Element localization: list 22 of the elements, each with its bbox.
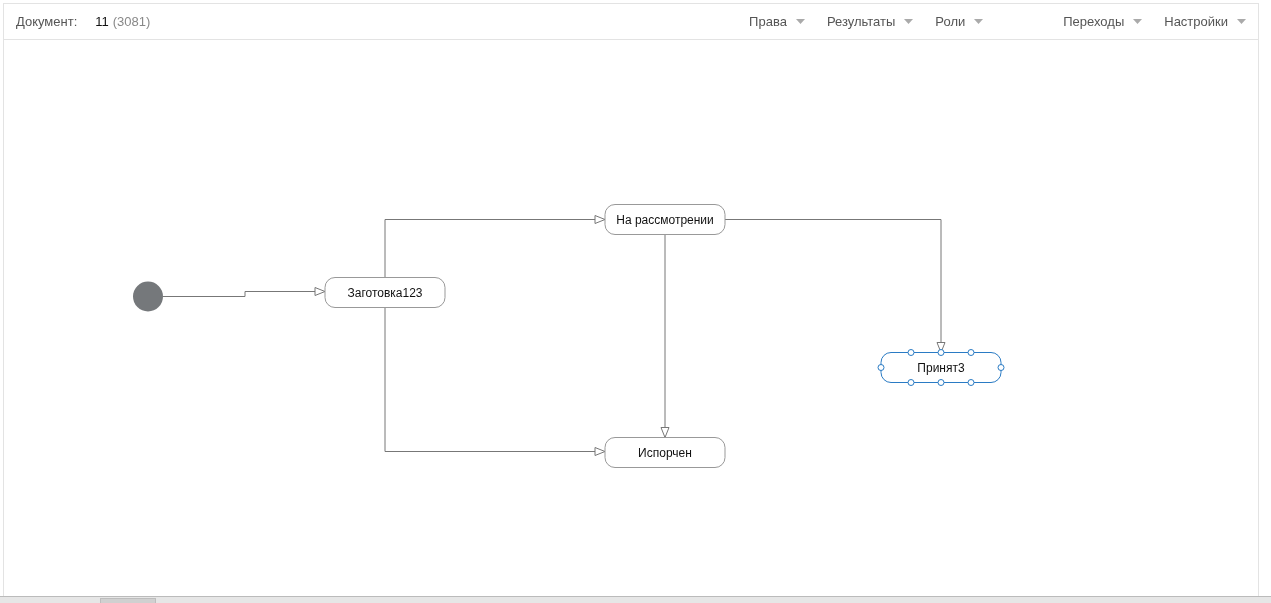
transition-arrow[interactable] — [660, 234, 670, 438]
document-label: Документ: — [16, 14, 78, 29]
transition-arrow[interactable] — [162, 287, 326, 297]
caret-icon — [795, 19, 805, 24]
state-node[interactable]: Принят3 — [877, 349, 1005, 386]
menu-dropdown[interactable]: Права — [749, 14, 805, 29]
menu-dropdown[interactable]: Результаты — [826, 14, 914, 29]
caret-icon — [974, 19, 984, 24]
transition-arrow[interactable] — [384, 215, 606, 278]
state-node[interactable]: Испорчен — [604, 437, 726, 468]
menu-dropdown[interactable]: Роли — [935, 14, 984, 29]
horizontal-scrollbar[interactable] — [0, 596, 1271, 603]
document-id: (3081) — [112, 14, 151, 29]
state-node[interactable]: На рассмотрении — [604, 204, 726, 235]
caret-icon — [1133, 19, 1143, 24]
state-node[interactable]: Заготовка123 — [324, 277, 446, 308]
menu-dropdown[interactable]: Переходы — [1063, 14, 1143, 29]
document-number: 11 — [95, 14, 109, 29]
caret-icon — [904, 19, 914, 24]
caret-icon — [1237, 19, 1246, 24]
start-node[interactable] — [133, 281, 163, 312]
menu-dropdown[interactable]: Настройки — [1164, 14, 1246, 29]
